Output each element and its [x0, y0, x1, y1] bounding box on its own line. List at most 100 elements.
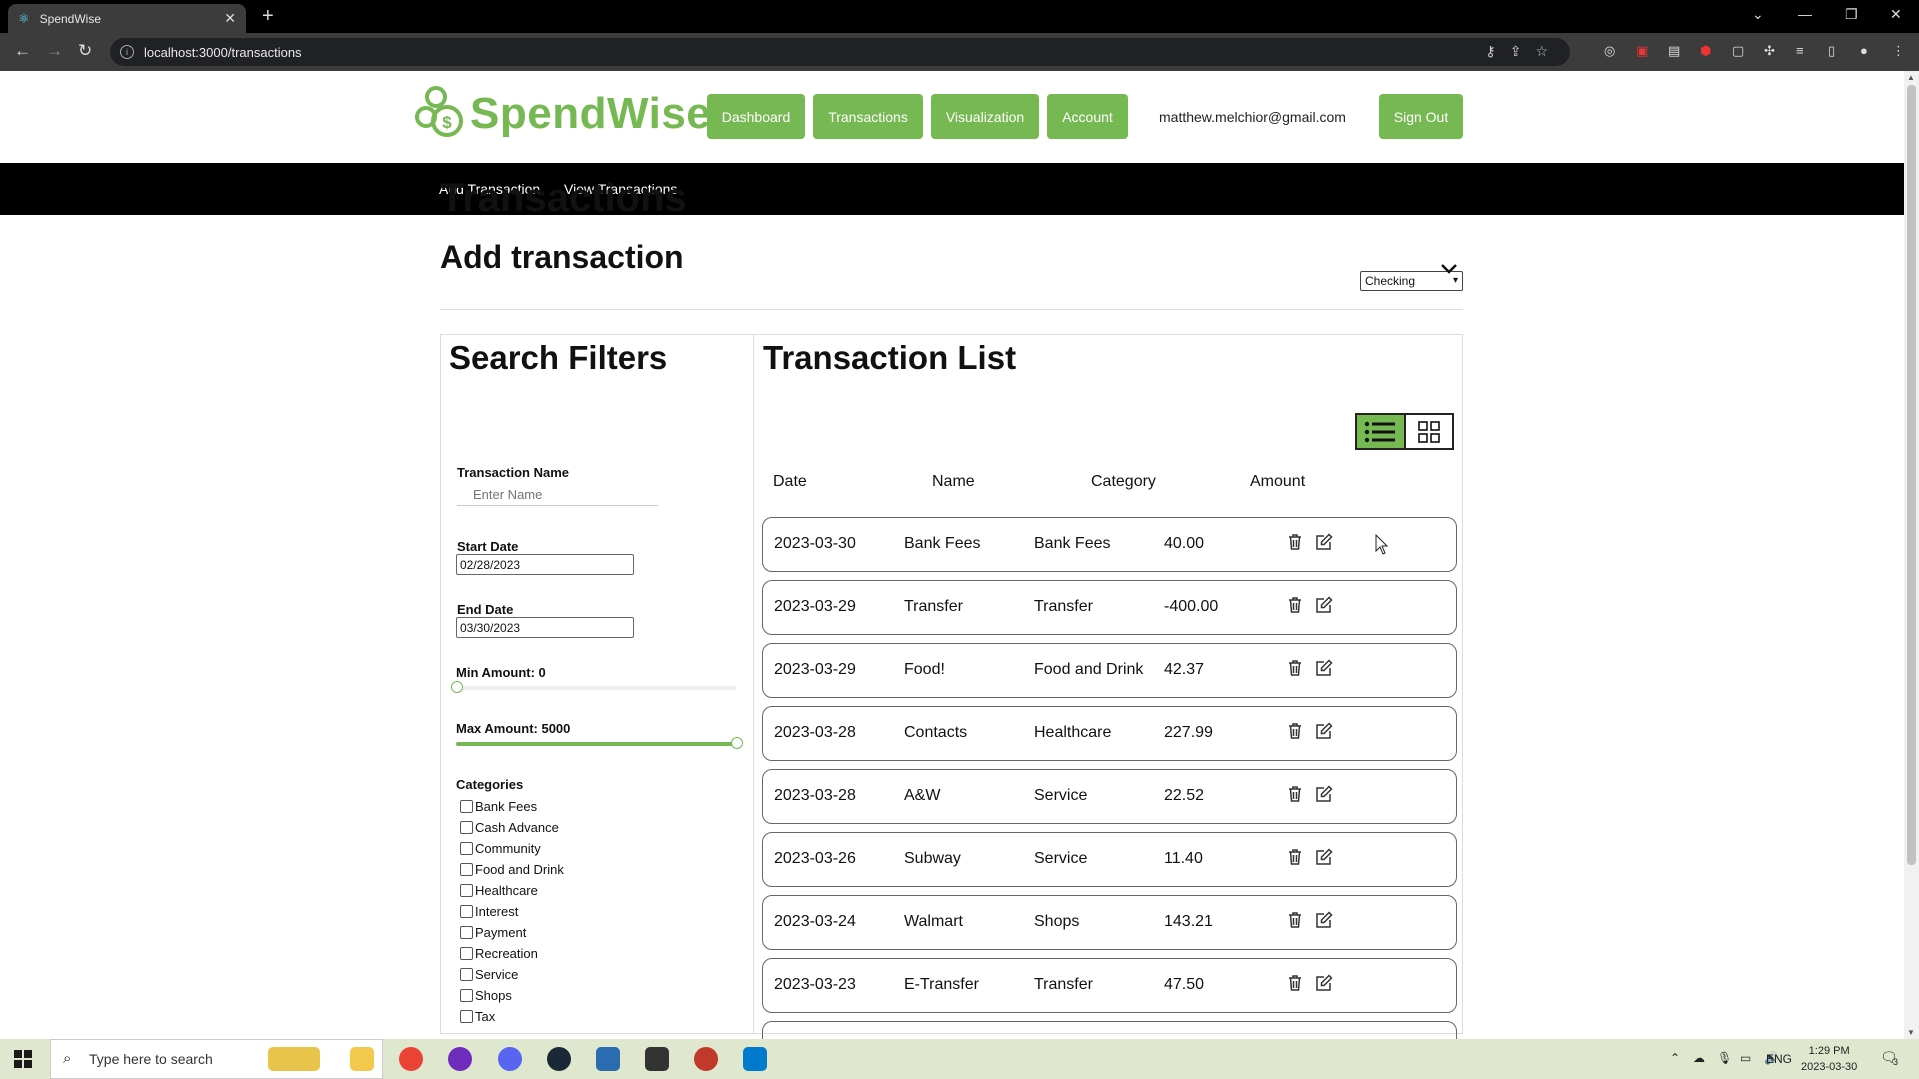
- edit-icon[interactable]: [1315, 596, 1333, 614]
- category-checkbox[interactable]: [460, 821, 473, 834]
- forward-icon[interactable]: →: [46, 41, 63, 61]
- category-checkbox[interactable]: [460, 842, 473, 855]
- network-icon[interactable]: ▭: [1740, 1051, 1751, 1065]
- trash-icon[interactable]: [1286, 848, 1304, 866]
- category-checkbox[interactable]: [460, 863, 473, 876]
- category-checkbox-item[interactable]: Service: [460, 967, 518, 982]
- trash-icon[interactable]: [1286, 974, 1304, 992]
- category-checkbox[interactable]: [460, 926, 473, 939]
- category-checkbox-item[interactable]: Healthcare: [460, 883, 538, 898]
- edit-icon[interactable]: [1315, 974, 1333, 992]
- edit-icon[interactable]: [1315, 785, 1333, 803]
- scrollbar-thumb[interactable]: [1907, 85, 1916, 865]
- adblock-icon[interactable]: ⬢: [1700, 43, 1711, 59]
- address-bar[interactable]: i localhost:3000/transactions ⚷⇪☆: [110, 38, 1570, 66]
- site-info-icon[interactable]: i: [120, 45, 134, 59]
- reading-list-icon[interactable]: ≡: [1796, 43, 1804, 58]
- category-checkbox[interactable]: [460, 989, 473, 1002]
- category-checkbox[interactable]: [460, 947, 473, 960]
- profile-avatar-icon[interactable]: ●: [1860, 43, 1868, 58]
- category-checkbox[interactable]: [460, 1010, 473, 1023]
- category-checkbox[interactable]: [460, 800, 473, 813]
- category-checkbox[interactable]: [460, 884, 473, 897]
- photos-icon[interactable]: [596, 1047, 620, 1071]
- list-view-button[interactable]: [1357, 415, 1406, 448]
- transaction-amount: 11.40: [1164, 850, 1203, 867]
- microphone-icon[interactable]: 🎙: [1717, 1051, 1732, 1065]
- browser-tab[interactable]: ⚛ SpendWise ✕: [8, 4, 246, 33]
- min-amount-track[interactable]: [456, 686, 736, 690]
- nav-dashboard-button[interactable]: Dashboard: [707, 94, 805, 139]
- close-window-button[interactable]: ✕: [1890, 6, 1902, 23]
- brand-logo[interactable]: $ SpendWise: [414, 85, 711, 143]
- chrome-icon[interactable]: [399, 1047, 423, 1071]
- new-tab-button[interactable]: +: [262, 5, 274, 28]
- discord-icon[interactable]: [498, 1047, 522, 1071]
- trash-icon[interactable]: [1286, 785, 1304, 803]
- page-scrollbar[interactable]: ▲ ▼: [1904, 71, 1919, 1039]
- search-highlight-icon[interactable]: [268, 1047, 320, 1071]
- onedrive-icon[interactable]: ☁: [1693, 1051, 1705, 1065]
- language-indicator-text[interactable]: ENG: [1766, 1052, 1792, 1066]
- edit-icon[interactable]: [1315, 533, 1333, 551]
- taskbar-clock[interactable]: 1:29 PM 2023-03-30: [1801, 1043, 1857, 1075]
- taskbar-search[interactable]: ⌕ Type here to search: [50, 1039, 383, 1079]
- vscode-icon[interactable]: [743, 1047, 767, 1071]
- category-checkbox[interactable]: [460, 968, 473, 981]
- edit-icon[interactable]: [1315, 722, 1333, 740]
- nav-visualization-button[interactable]: Visualization: [931, 94, 1039, 139]
- category-checkbox-item[interactable]: Food and Drink: [460, 862, 564, 877]
- end-date-input[interactable]: 03/30/2023: [456, 617, 634, 638]
- app-icon[interactable]: [694, 1047, 718, 1071]
- max-amount-track[interactable]: [456, 742, 736, 746]
- headset-app-icon[interactable]: [645, 1047, 669, 1071]
- category-checkbox-item[interactable]: Bank Fees: [460, 799, 537, 814]
- tab-search-icon[interactable]: ⌄: [1752, 6, 1764, 23]
- tray-chevron-icon[interactable]: ⌃: [1670, 1051, 1680, 1065]
- restore-button[interactable]: ❐: [1845, 6, 1858, 23]
- grid-view-button[interactable]: [1406, 415, 1453, 448]
- start-date-input[interactable]: 02/28/2023: [456, 554, 634, 575]
- app-icon[interactable]: [448, 1047, 472, 1071]
- puzzle-icon[interactable]: ✣: [1764, 43, 1775, 59]
- ublock-icon[interactable]: ▣: [1636, 43, 1648, 59]
- category-checkbox-item[interactable]: Shops: [460, 988, 512, 1003]
- edit-icon[interactable]: [1315, 848, 1333, 866]
- category-checkbox-item[interactable]: Community: [460, 841, 541, 856]
- side-panel-icon[interactable]: ▯: [1828, 43, 1835, 59]
- category-checkbox[interactable]: [460, 905, 473, 918]
- omnibox-actions-icon[interactable]: ⚷⇪☆: [1485, 43, 1562, 60]
- extension-icon[interactable]: ◎: [1604, 43, 1615, 59]
- menu-kebab-icon[interactable]: ⋮: [1892, 43, 1905, 59]
- scroll-down-icon[interactable]: ▼: [1907, 1028, 1915, 1037]
- expand-chevron-icon[interactable]: [1438, 257, 1460, 279]
- sign-out-button[interactable]: Sign Out: [1379, 94, 1463, 139]
- trash-icon[interactable]: [1286, 659, 1304, 677]
- nav-transactions-button[interactable]: Transactions: [813, 94, 923, 139]
- edit-icon[interactable]: [1315, 659, 1333, 677]
- category-checkbox-item[interactable]: Interest: [460, 904, 518, 919]
- category-checkbox-item[interactable]: Cash Advance: [460, 820, 559, 835]
- reload-icon[interactable]: ↻: [78, 41, 92, 61]
- transaction-name-input[interactable]: [457, 484, 658, 506]
- trash-icon[interactable]: [1286, 722, 1304, 740]
- close-tab-icon[interactable]: ✕: [224, 10, 236, 27]
- min-amount-slider-knob[interactable]: [451, 681, 463, 693]
- scroll-up-icon[interactable]: ▲: [1907, 73, 1915, 82]
- minimize-button[interactable]: —: [1798, 6, 1812, 22]
- back-icon[interactable]: ←: [14, 41, 31, 61]
- category-checkbox-item[interactable]: Tax: [460, 1009, 495, 1024]
- nav-account-button[interactable]: Account: [1047, 94, 1128, 139]
- category-checkbox-item[interactable]: Payment: [460, 925, 526, 940]
- extension-icon[interactable]: ▤: [1668, 43, 1680, 59]
- trash-icon[interactable]: [1286, 533, 1304, 551]
- edit-icon[interactable]: [1315, 911, 1333, 929]
- extension-icon[interactable]: ▢: [1732, 43, 1744, 59]
- category-checkbox-item[interactable]: Recreation: [460, 946, 538, 961]
- windows-start-icon[interactable]: [14, 1050, 32, 1068]
- max-amount-slider-knob[interactable]: [731, 737, 743, 749]
- trash-icon[interactable]: [1286, 911, 1304, 929]
- steam-icon[interactable]: [547, 1047, 571, 1071]
- trash-icon[interactable]: [1286, 596, 1304, 614]
- file-explorer-icon[interactable]: [350, 1047, 374, 1071]
